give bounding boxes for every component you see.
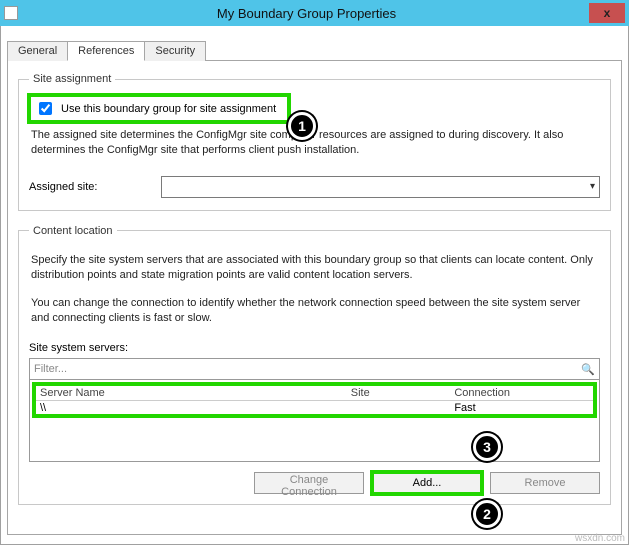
window-body: General References Security Site assignm… bbox=[0, 26, 629, 545]
text-site-assignment-desc: The assigned site determines the ConfigM… bbox=[31, 128, 598, 158]
legend-content-location: Content location bbox=[29, 225, 117, 237]
label-site-system-servers: Site system servers: bbox=[29, 342, 600, 354]
row-assigned-site: Assigned site: ▾ bbox=[29, 176, 600, 198]
tab-security[interactable]: Security bbox=[144, 41, 206, 61]
add-button[interactable]: Add... bbox=[372, 472, 482, 494]
cell-connection: Fast bbox=[454, 402, 589, 414]
title-bar: My Boundary Group Properties x bbox=[0, 0, 629, 26]
text-content-desc2: You can change the connection to identif… bbox=[31, 296, 598, 326]
checkbox-row-use-boundary: Use this boundary group for site assignm… bbox=[29, 95, 289, 122]
col-connection[interactable]: Connection bbox=[454, 387, 589, 399]
grid-highlight: Server Name Site Connection \\ Fast bbox=[32, 382, 597, 418]
col-server-name[interactable]: Server Name bbox=[40, 387, 351, 399]
checkbox-use-boundary-group[interactable] bbox=[39, 102, 52, 115]
chevron-down-icon: ▾ bbox=[590, 181, 595, 192]
col-site[interactable]: Site bbox=[351, 387, 455, 399]
remove-button[interactable]: Remove bbox=[490, 472, 600, 494]
search-icon: 🔍 bbox=[581, 363, 595, 376]
dropdown-assigned-site[interactable]: ▾ bbox=[161, 176, 600, 198]
grid-servers: Server Name Site Connection \\ Fast bbox=[29, 380, 600, 462]
tab-strip: General References Security bbox=[7, 40, 622, 61]
filter-input[interactable]: Filter... 🔍 bbox=[29, 358, 600, 380]
group-site-assignment: Site assignment Use this boundary group … bbox=[18, 73, 611, 211]
cell-server-name: \\ bbox=[40, 402, 351, 414]
change-connection-button[interactable]: Change Connection bbox=[254, 472, 364, 494]
grid-header: Server Name Site Connection bbox=[36, 386, 593, 401]
group-content-location: Content location Specify the site system… bbox=[18, 225, 611, 505]
tab-general[interactable]: General bbox=[7, 41, 68, 61]
window-icon bbox=[4, 6, 18, 20]
table-row[interactable]: \\ Fast bbox=[36, 401, 593, 415]
legend-site-assignment: Site assignment bbox=[29, 73, 115, 85]
window-title: My Boundary Group Properties bbox=[24, 6, 589, 21]
close-button[interactable]: x bbox=[589, 3, 625, 23]
cell-site bbox=[351, 402, 455, 414]
label-assigned-site: Assigned site: bbox=[29, 181, 149, 193]
filter-placeholder: Filter... bbox=[34, 363, 67, 375]
tab-panel-references: Site assignment Use this boundary group … bbox=[7, 61, 622, 535]
text-content-desc1: Specify the site system servers that are… bbox=[31, 253, 598, 283]
button-row: Change Connection Add... Remove bbox=[29, 472, 600, 494]
checkbox-label-use-boundary: Use this boundary group for site assignm… bbox=[61, 103, 276, 115]
watermark: wsxdn.com bbox=[575, 533, 625, 544]
tab-references[interactable]: References bbox=[67, 41, 145, 61]
